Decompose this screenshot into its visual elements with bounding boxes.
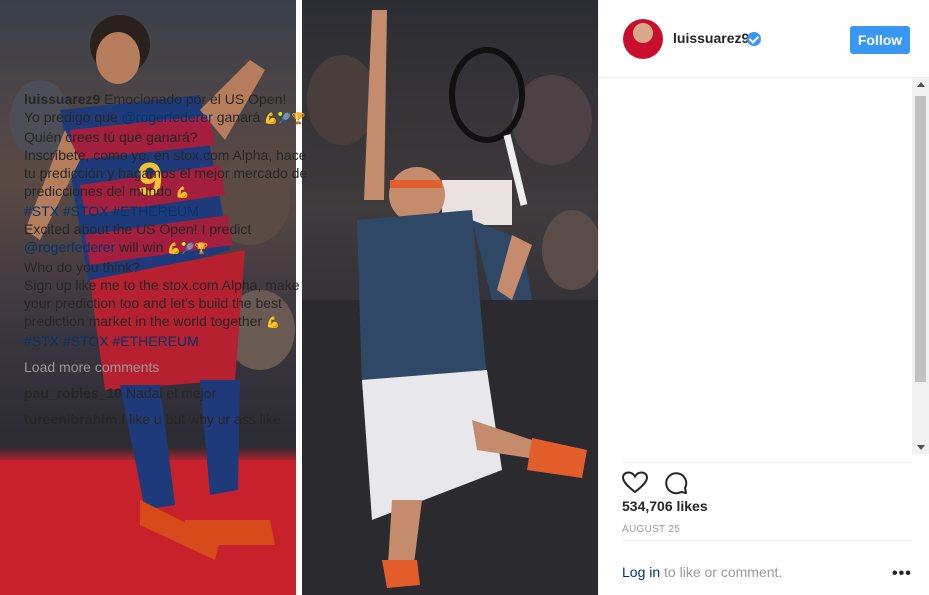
emoji-muscle-tennis-trophy-icon: 💪🎾🏆 bbox=[264, 113, 306, 125]
comment-text: I like u but why ur ass like bbox=[121, 411, 281, 427]
login-prompt-rest: to like or comment. bbox=[660, 564, 783, 580]
caption: luissuarez9 Emocionado por el US Open! Y… bbox=[24, 90, 314, 350]
avatar[interactable] bbox=[623, 19, 663, 59]
caption-line4: Inscríbete, como yo, en stox.com Alpha, … bbox=[24, 147, 308, 199]
hashtags[interactable]: #STX #STOX #ETHEREUM bbox=[24, 333, 199, 349]
emoji-muscle-tennis-trophy-icon: 💪🎾🏆 bbox=[167, 243, 209, 255]
caption-line1: Emocionado por el US Open! bbox=[104, 91, 287, 107]
login-prompt: Log in to like or comment. bbox=[622, 564, 782, 580]
post-footer: Log in to like or comment. ••• bbox=[622, 540, 912, 595]
comment-text: Nadal el mejor bbox=[125, 385, 217, 401]
post-header: luissuarez9 Follow bbox=[599, 0, 929, 78]
comment-username[interactable]: pau_robles_10 bbox=[24, 385, 122, 401]
scroll-down-arrow-icon[interactable] bbox=[917, 445, 925, 450]
emoji-muscle-icon: 💪 bbox=[266, 317, 280, 329]
caption-username[interactable]: luissuarez9 bbox=[24, 91, 100, 107]
load-more-comments-link[interactable]: Load more comments bbox=[24, 358, 314, 376]
caption-line2b: ganará bbox=[212, 109, 265, 125]
comment-item: pau_robles_10 Nadal el mejor bbox=[24, 384, 314, 402]
mention-link[interactable]: @rogerfederer bbox=[24, 239, 115, 255]
comment-item: tureenibrahim I like u but why ur ass li… bbox=[24, 410, 314, 428]
scroll-thumb[interactable] bbox=[915, 96, 926, 382]
mention-link[interactable]: @rogerfederer bbox=[122, 109, 213, 125]
comments-scrollbar[interactable] bbox=[912, 78, 929, 454]
heart-icon[interactable] bbox=[622, 471, 648, 495]
login-link[interactable]: Log in bbox=[622, 564, 660, 580]
post-actions bbox=[622, 462, 912, 495]
header-username[interactable]: luissuarez9 bbox=[673, 30, 749, 46]
caption-line7: Who do you think? bbox=[24, 259, 140, 275]
verified-badge-icon bbox=[747, 32, 761, 46]
caption-line5: Excited about the US Open! I predict bbox=[24, 221, 252, 237]
caption-line6: will win bbox=[115, 239, 168, 255]
caption-line3: Quién crees tú que ganará? bbox=[24, 129, 198, 145]
follow-button[interactable]: Follow bbox=[850, 26, 910, 54]
comment-icon[interactable] bbox=[664, 471, 688, 495]
comments-list[interactable]: luissuarez9 Emocionado por el US Open! Y… bbox=[24, 90, 314, 454]
scroll-up-arrow-icon[interactable] bbox=[917, 82, 925, 87]
likes-count[interactable]: 534,706 likes bbox=[622, 498, 708, 514]
hashtags[interactable]: #STX #STOX #ETHEREUM bbox=[24, 203, 199, 219]
caption-line2a: Yo predigo que bbox=[24, 109, 122, 125]
caption-line8: Sign up like me to the stox.com Alpha, m… bbox=[24, 277, 300, 329]
emoji-muscle-icon: 💪 bbox=[175, 187, 190, 199]
post-date[interactable]: AUGUST 25 bbox=[622, 524, 680, 535]
comment-username[interactable]: tureenibrahim bbox=[24, 411, 117, 427]
more-options-icon[interactable]: ••• bbox=[892, 565, 912, 583]
photo-federer bbox=[302, 0, 598, 595]
